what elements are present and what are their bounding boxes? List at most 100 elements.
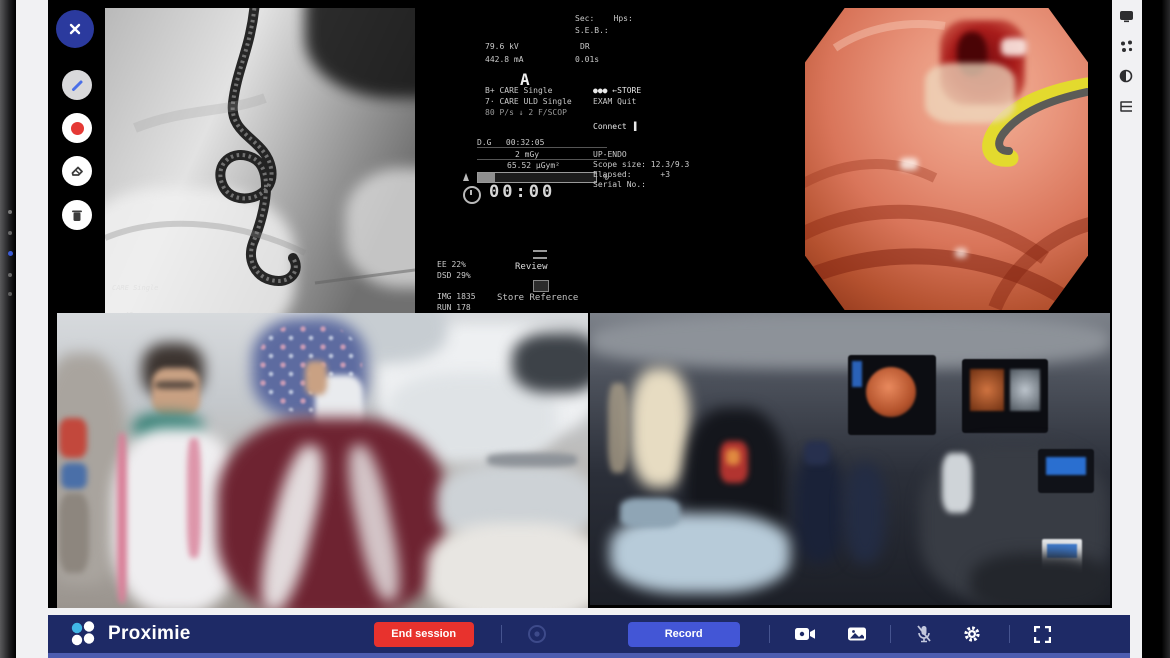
screenshot-image-icon[interactable] — [844, 621, 870, 647]
draw-pen-button[interactable] — [62, 70, 92, 100]
or2-bright-doorway — [630, 368, 690, 488]
record-annotation-button[interactable] — [62, 113, 92, 143]
ma-value: 442.8 mA — [485, 55, 524, 65]
proximie-session-screen: CARE Single pw 43 F 6 0.638 LAO 180° 15°… — [0, 0, 1170, 658]
record-button[interactable]: Record — [628, 622, 740, 647]
dose-progress-fill — [478, 173, 495, 182]
stat-dsd: DSD 29% — [437, 271, 471, 281]
xray-overlay-text: CARE Single pw 43 F 6 0.638 LAO 180° 15° — [112, 266, 163, 313]
elapsed-timer: 00:00 — [489, 182, 555, 202]
annotation-toolbar — [52, 0, 104, 240]
bar-divider — [1009, 625, 1010, 643]
stat-run: RUN 178 — [437, 303, 471, 313]
dimmed-edge-dot — [8, 231, 12, 235]
or1-red-bin — [59, 418, 87, 458]
care-line-1: B+ CARE Single — [485, 86, 552, 96]
dimmed-edge-dot-blue — [8, 251, 13, 256]
session-control-bar: Proximie End session Record — [48, 615, 1130, 653]
record-dot-icon — [71, 122, 84, 135]
contrast-icon[interactable] — [1117, 68, 1135, 84]
eraser-button[interactable] — [62, 156, 92, 186]
specular-highlight — [955, 248, 967, 258]
or2-white-device — [942, 453, 972, 513]
or2-door-frame — [608, 383, 628, 473]
endoscopy-camera-feed[interactable] — [805, 8, 1088, 310]
endo-info-line: Elapsed: +3 — [593, 170, 670, 180]
store-reference-icon — [533, 280, 549, 292]
or2-cart-monitor-screen — [1046, 457, 1086, 475]
connect-indicator: Connect ▐ — [593, 122, 636, 132]
or2-staff-silhouette — [845, 463, 885, 563]
bar-divider — [890, 625, 891, 643]
care-line-2: 7· CARE ULD Single — [485, 97, 572, 107]
pointer-circle-icon[interactable] — [524, 621, 550, 647]
close-icon — [68, 22, 82, 36]
list-icon[interactable] — [1117, 98, 1135, 114]
store-indicator: ●●● ←STORE — [593, 86, 641, 96]
bar-divider — [501, 625, 502, 643]
or2-patient-pillow — [620, 498, 680, 528]
panel-divider-line — [477, 159, 607, 160]
brand-lockup: Proximie — [66, 618, 191, 650]
system-status-panel: Sec: Hps: S.E.B.: 79.6 kV DR 442.8 mA 0.… — [415, 0, 805, 313]
pen-icon — [70, 78, 85, 93]
specular-highlight — [900, 158, 918, 170]
kv-value: 79.6 kV — [485, 42, 519, 52]
dimmed-edge-dot — [8, 292, 12, 296]
proximie-logo-icon — [66, 618, 100, 650]
kv-mode: DR — [580, 42, 590, 52]
xray-overlay-line: CARE Single — [112, 284, 163, 293]
or2-cart-monitor — [1038, 449, 1094, 493]
or1-bed-rail — [487, 453, 577, 467]
or2-staff-silhouette — [795, 453, 843, 563]
dose-area-product: 65.52 μGym² — [507, 161, 560, 171]
eraser-icon — [69, 163, 85, 179]
dimmed-edge-dot — [8, 210, 12, 214]
or1-apron-pink-trim — [187, 438, 201, 558]
or2-red-screen-content — [726, 449, 740, 465]
stat-img: IMG 1835 — [437, 292, 476, 302]
panel-header-line: Sec: Hps: — [575, 14, 633, 24]
panel-divider-line — [477, 147, 607, 148]
endo-info-line: Serial No.: — [593, 180, 646, 190]
stopwatch-icon — [463, 186, 481, 204]
dimmed-edge-dot — [8, 273, 12, 277]
tissue-highlight — [925, 63, 1015, 123]
end-session-button[interactable]: End session — [374, 622, 474, 647]
store-reference-label[interactable]: Store Reference — [497, 293, 578, 303]
or1-wall-monitor — [512, 333, 588, 393]
review-icon — [533, 250, 547, 259]
or1-clinician1-face — [152, 368, 200, 416]
or2-monitor2-image-b — [1010, 369, 1040, 411]
or2-monitor1-sidebar — [852, 361, 862, 387]
close-annotations-button[interactable] — [56, 10, 94, 48]
endo-info-line: UP-ENDO — [593, 150, 627, 160]
device-bezel-right — [1142, 0, 1170, 658]
device-bezel-left — [0, 0, 16, 658]
mic-off-icon[interactable] — [911, 621, 937, 647]
or2-staff-head — [804, 441, 830, 465]
dose-marker-icon — [463, 173, 469, 181]
display-icon[interactable] — [1117, 8, 1135, 24]
or1-clinician1-glasses — [155, 381, 195, 389]
or2-monitor2-image-a — [970, 369, 1004, 411]
or1-blue-bin — [61, 463, 87, 489]
settings-gear-icon[interactable] — [959, 621, 985, 647]
share-dots-icon[interactable] — [1117, 38, 1135, 54]
or2-floor-cables — [970, 553, 1110, 605]
exam-quit: EXAM Quit — [593, 97, 636, 107]
trash-icon — [70, 208, 84, 223]
fullscreen-icon[interactable] — [1030, 621, 1056, 647]
review-label[interactable]: Review — [515, 262, 548, 272]
left-gutter — [16, 0, 48, 658]
operating-room-feed-2[interactable] — [590, 313, 1110, 605]
panel-header-line: S.E.B.: — [575, 26, 609, 36]
ma-time: 0.01s — [575, 55, 599, 65]
or1-supply-rack — [59, 493, 89, 573]
video-camera-icon[interactable] — [792, 621, 818, 647]
operating-room-feed-1[interactable] — [57, 313, 588, 608]
specular-highlight — [1001, 38, 1027, 56]
fluoroscopy-xray-feed[interactable]: CARE Single pw 43 F 6 0.638 LAO 180° 15° — [105, 8, 415, 313]
pulse-rate-line: 80 P/s ↓ 2 F/SCOP — [485, 108, 567, 118]
delete-annotations-button[interactable] — [62, 200, 92, 230]
